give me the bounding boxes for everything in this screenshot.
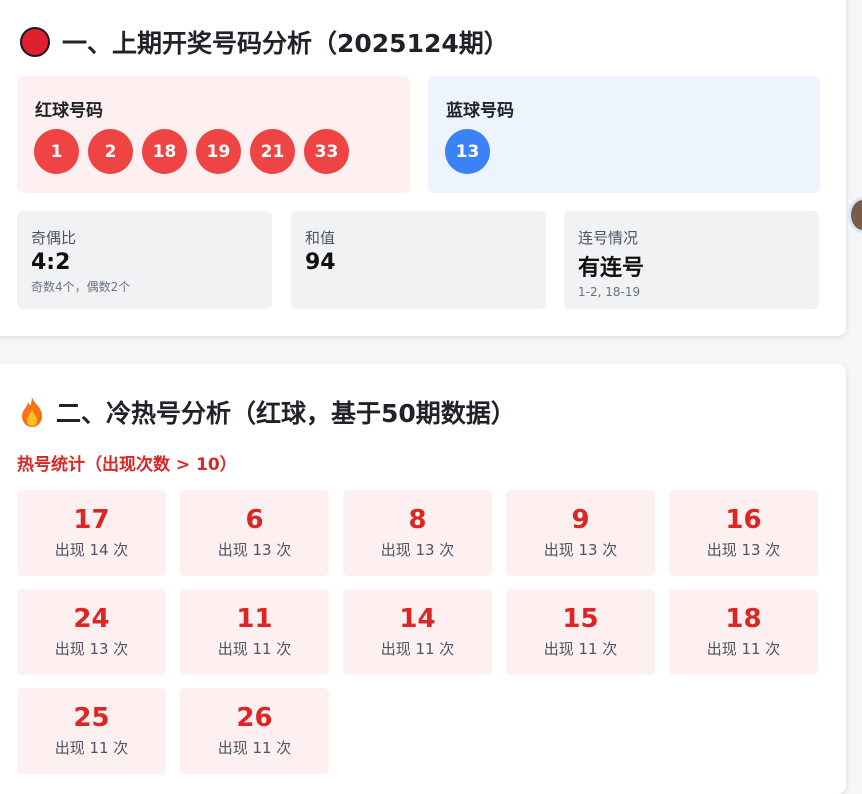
hot-number-card: 18 出现 11 次 xyxy=(669,589,818,675)
hot-count: 出现 11 次 xyxy=(217,639,292,658)
hot-number: 17 xyxy=(73,505,110,536)
red-ball: 21 xyxy=(250,129,295,174)
hot-count: 出现 13 次 xyxy=(543,540,618,559)
hot-number-card: 15 出现 11 次 xyxy=(506,589,655,675)
hot-count: 出现 14 次 xyxy=(54,540,129,559)
hot-number-card: 24 出现 13 次 xyxy=(17,589,166,675)
hot-number-card: 16 出现 13 次 xyxy=(669,490,818,576)
section-title-text: 一、上期开奖号码分析（2025124期） xyxy=(62,29,509,58)
red-ball: 18 xyxy=(142,129,187,174)
hot-number: 15 xyxy=(562,604,599,635)
hot-number: 25 xyxy=(73,703,110,734)
hot-count: 出现 13 次 xyxy=(706,540,781,559)
stat-label: 奇偶比 xyxy=(31,229,77,247)
blue-ball-panel: 蓝球号码 13 xyxy=(428,76,820,193)
flame-icon xyxy=(22,397,42,427)
hot-count: 出现 13 次 xyxy=(54,639,129,658)
hot-number: 26 xyxy=(236,703,273,734)
red-ball-panel: 红球号码 1 2 18 19 21 33 xyxy=(17,76,410,193)
hot-count: 出现 11 次 xyxy=(706,639,781,658)
hot-number: 18 xyxy=(725,604,762,635)
section-title-text: 二、冷热号分析（红球，基于50期数据） xyxy=(56,399,516,428)
section-title-last-draw: 一、上期开奖号码分析（2025124期） xyxy=(20,24,509,60)
stat-note: 1-2, 18-19 xyxy=(578,285,641,299)
hot-number: 9 xyxy=(571,505,590,536)
section-title-hot-cold: 二、冷热号分析（红球，基于50期数据） xyxy=(18,394,516,430)
hot-number: 16 xyxy=(725,505,762,536)
red-circle-icon xyxy=(20,27,50,57)
red-ball: 33 xyxy=(304,129,349,174)
stat-note: 奇数4个，偶数2个 xyxy=(31,280,131,294)
avatar[interactable] xyxy=(848,197,862,233)
red-ball-label: 红球号码 xyxy=(35,101,103,121)
hot-number-card: 14 出现 11 次 xyxy=(343,589,492,675)
red-ball-list: 1 2 18 19 21 33 xyxy=(34,129,349,174)
red-ball: 2 xyxy=(88,129,133,174)
hot-count: 出现 11 次 xyxy=(380,639,455,658)
blue-ball: 13 xyxy=(445,129,490,174)
stat-value: 4:2 xyxy=(31,250,71,275)
hot-numbers-grid: 17 出现 14 次 6 出现 13 次 8 出现 13 次 9 出现 13 次 16 出… xyxy=(17,490,818,774)
hot-number: 24 xyxy=(73,604,110,635)
hot-number-card: 8 出现 13 次 xyxy=(343,490,492,576)
hot-number-card: 9 出现 13 次 xyxy=(506,490,655,576)
hot-number-card: 11 出现 11 次 xyxy=(180,589,329,675)
hot-number: 6 xyxy=(245,505,264,536)
blue-ball-label: 蓝球号码 xyxy=(446,101,514,121)
stat-label: 和值 xyxy=(305,229,336,247)
stat-value: 94 xyxy=(305,250,336,275)
stat-value: 有连号 xyxy=(578,256,645,281)
hot-number: 11 xyxy=(236,604,273,635)
hot-number-card: 17 出现 14 次 xyxy=(17,490,166,576)
hot-count: 出现 11 次 xyxy=(217,738,292,757)
hot-count: 出现 13 次 xyxy=(380,540,455,559)
red-ball: 19 xyxy=(196,129,241,174)
consecutive-stat: 连号情况 有连号 1-2, 18-19 xyxy=(564,211,819,309)
hot-number-card: 25 出现 11 次 xyxy=(17,688,166,774)
hot-cold-card: 二、冷热号分析（红球，基于50期数据） 热号统计（出现次数 > 10） 17 出现… xyxy=(0,364,846,794)
hot-count: 出现 13 次 xyxy=(217,540,292,559)
blue-ball-list: 13 xyxy=(445,129,490,174)
hot-count: 出现 11 次 xyxy=(54,738,129,757)
last-draw-card: 一、上期开奖号码分析（2025124期） 红球号码 1 2 18 19 21 3… xyxy=(0,0,846,336)
sum-stat: 和值 94 xyxy=(291,211,546,309)
stat-label: 连号情况 xyxy=(578,229,639,247)
red-ball: 1 xyxy=(34,129,79,174)
hot-number-card: 6 出现 13 次 xyxy=(180,490,329,576)
hot-number: 8 xyxy=(408,505,427,536)
odd-even-stat: 奇偶比 4:2 奇数4个，偶数2个 xyxy=(17,211,272,309)
hot-numbers-heading: 热号统计（出现次数 > 10） xyxy=(17,455,237,475)
hot-count: 出现 11 次 xyxy=(543,639,618,658)
hot-number-card: 26 出现 11 次 xyxy=(180,688,329,774)
hot-number: 14 xyxy=(399,604,436,635)
